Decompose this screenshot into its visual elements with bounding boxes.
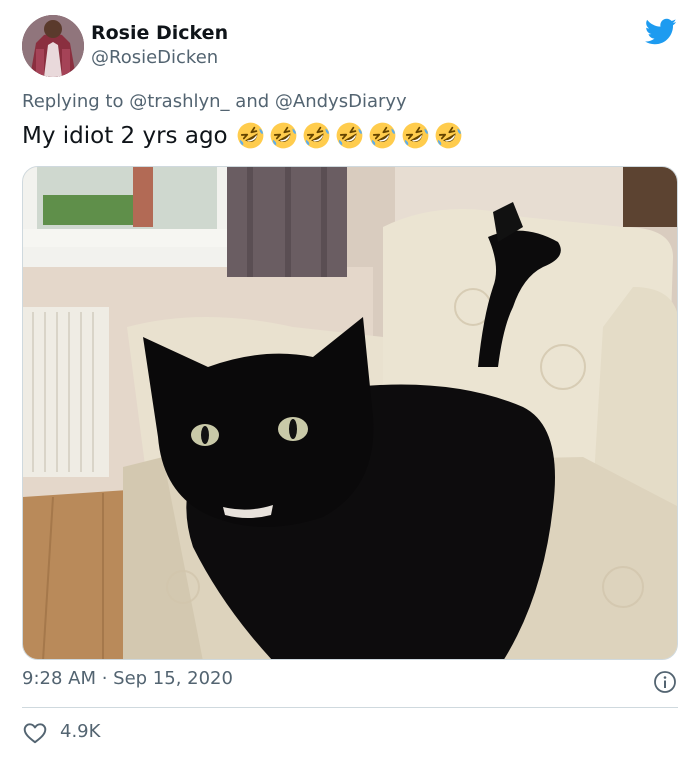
info-icon[interactable] — [653, 670, 677, 694]
rolling-on-floor-laughing-emoji-icon — [435, 122, 462, 149]
mention-link-andysdiaryy[interactable]: @AndysDiaryy — [275, 91, 407, 112]
tweet-text: My idiot 2 yrs ago — [22, 121, 463, 150]
emoji-row — [236, 121, 463, 150]
avatar[interactable] — [22, 15, 84, 77]
rolling-on-floor-laughing-emoji-icon — [270, 122, 297, 149]
tweet-photo[interactable] — [22, 166, 678, 660]
tweet-body: My idiot 2 yrs ago — [22, 122, 228, 149]
tweet-card: Rosie Dicken @RosieDicken Replying to @t… — [0, 0, 700, 761]
like-count[interactable]: 4.9K — [60, 721, 100, 742]
twitter-bird-icon[interactable] — [645, 18, 677, 46]
rolling-on-floor-laughing-emoji-icon — [369, 122, 396, 149]
rolling-on-floor-laughing-emoji-icon — [237, 122, 264, 149]
divider — [22, 707, 678, 708]
rolling-on-floor-laughing-emoji-icon — [336, 122, 363, 149]
tweet-timestamp[interactable]: 9:28 AM · Sep 15, 2020 — [22, 668, 233, 689]
mention-link-trashlyn[interactable]: @trashlyn_ — [129, 91, 229, 112]
black-cat-photo — [23, 167, 677, 659]
replying-conjunction: and — [235, 91, 270, 112]
rolling-on-floor-laughing-emoji-icon — [402, 122, 429, 149]
author-handle[interactable]: @RosieDicken — [91, 47, 218, 68]
rolling-on-floor-laughing-emoji-icon — [303, 122, 330, 149]
replying-to-line: Replying to @trashlyn_ and @AndysDiaryy — [22, 91, 407, 112]
author-display-name[interactable]: Rosie Dicken — [91, 22, 228, 44]
replying-prefix: Replying to — [22, 91, 124, 112]
avatar-image — [22, 15, 84, 77]
heart-icon[interactable] — [22, 720, 48, 746]
